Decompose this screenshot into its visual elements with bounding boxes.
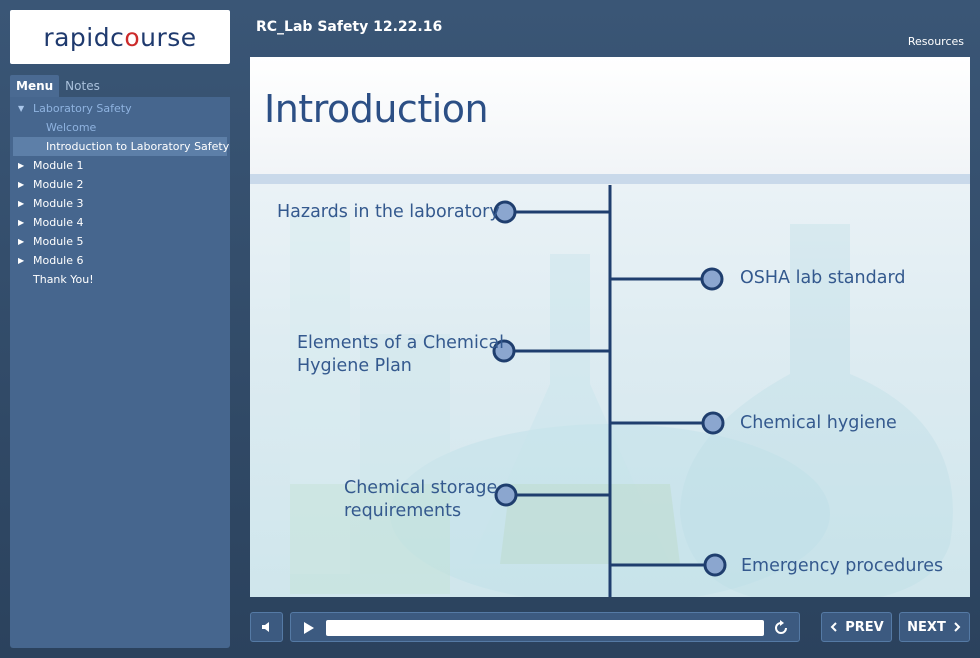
menu-item-module-4[interactable]: ▶ Module 4 (10, 213, 230, 232)
tab-menu[interactable]: Menu (10, 75, 60, 97)
topic-node (700, 267, 724, 291)
replay-icon (775, 620, 787, 634)
topic-label-text: Emergency procedures (741, 556, 944, 576)
menu-item-label: Laboratory Safety (33, 102, 132, 115)
menu-item-label: Module 4 (33, 216, 84, 229)
volume-button[interactable] (250, 612, 283, 642)
topic-emergency[interactable]: Emergency procedures (741, 555, 943, 578)
menu-item-laboratory-safety[interactable]: ▼ Laboratory Safety (10, 99, 230, 118)
topic-osha[interactable]: OSHA lab standard (740, 267, 905, 290)
menu-item-label: Module 1 (33, 159, 84, 172)
triangle-right-icon: ▶ (18, 180, 25, 189)
logo-text-3: urse (140, 22, 197, 52)
sidebar-tabs: Menu Notes (10, 75, 106, 97)
menu-item-label: Introduction to Laboratory Safety (46, 140, 230, 153)
menu-item-label: Module 2 (33, 178, 84, 191)
topic-chemical-hygiene-plan[interactable]: Elements of a Chemical Hygiene Plan (297, 332, 504, 378)
topic-node (701, 411, 725, 435)
triangle-right-icon: ▶ (18, 237, 25, 246)
next-button[interactable]: NEXT (899, 612, 970, 642)
topic-label-text: Chemical hygiene (740, 413, 897, 433)
menu-item-module-3[interactable]: ▶ Module 3 (10, 194, 230, 213)
menu-item-module-6[interactable]: ▶ Module 6 (10, 251, 230, 270)
chevron-left-icon (830, 622, 837, 632)
prev-button[interactable]: PREV (821, 612, 892, 642)
tab-notes[interactable]: Notes (59, 75, 106, 97)
topic-label-text: Elements of a Chemical (297, 333, 505, 353)
slide-stage: Introduction Hazards in the laboratory E… (250, 57, 970, 597)
menu-item-thank-you[interactable]: Thank You! (10, 270, 230, 289)
menu-item-label: Module 5 (33, 235, 84, 248)
topic-label-text: OSHA lab standard (740, 268, 906, 288)
menu-item-module-2[interactable]: ▶ Module 2 (10, 175, 230, 194)
prev-label: PREV (845, 619, 884, 635)
topic-node (703, 553, 727, 577)
topic-label-text: Chemical storage (344, 478, 498, 498)
play-button[interactable] (300, 620, 316, 636)
topic-chemical-storage[interactable]: Chemical storage requirements (344, 477, 497, 523)
speaker-icon (261, 622, 269, 632)
menu-item-welcome[interactable]: Welcome (10, 118, 230, 137)
logo-text-2: o (124, 22, 141, 52)
chevron-right-icon (954, 622, 961, 632)
resources-link[interactable]: Resources (908, 35, 964, 48)
topic-chemical-hygiene[interactable]: Chemical hygiene (740, 412, 897, 435)
topic-label-text: Hygiene Plan (297, 356, 412, 376)
topic-label-text: Hazards in the laboratory (277, 202, 500, 222)
triangle-right-icon: ▶ (18, 218, 25, 227)
triangle-right-icon: ▶ (18, 161, 25, 170)
menu-panel: ▼ Laboratory Safety Welcome Introduction… (10, 97, 230, 648)
play-icon (304, 622, 314, 634)
logo: rapidc o urse (10, 10, 230, 64)
menu-item-label: Module 6 (33, 254, 84, 267)
menu-item-label: Thank You! (33, 273, 94, 286)
triangle-right-icon: ▶ (18, 256, 25, 265)
sidebar: rapidc o urse Menu Notes ▼ Laboratory Safe… (0, 0, 240, 658)
replay-button[interactable] (772, 619, 790, 637)
topic-node (494, 483, 518, 507)
next-label: NEXT (907, 619, 946, 635)
triangle-down-icon: ▼ (18, 104, 25, 113)
menu-item-module-5[interactable]: ▶ Module 5 (10, 232, 230, 251)
menu-item-module-1[interactable]: ▶ Module 1 (10, 156, 230, 175)
topic-hazards[interactable]: Hazards in the laboratory (277, 201, 500, 224)
topic-label-text: requirements (344, 501, 462, 521)
progress-bar[interactable] (326, 620, 764, 636)
menu-item-introduction[interactable]: Introduction to Laboratory Safety (13, 137, 230, 156)
course-title: RC_Lab Safety 12.22.16 (256, 19, 443, 35)
menu-item-label: Module 3 (33, 197, 84, 210)
logo-text-1: rapidc (43, 22, 125, 52)
menu-item-label: Welcome (46, 121, 97, 134)
triangle-right-icon: ▶ (18, 199, 25, 208)
